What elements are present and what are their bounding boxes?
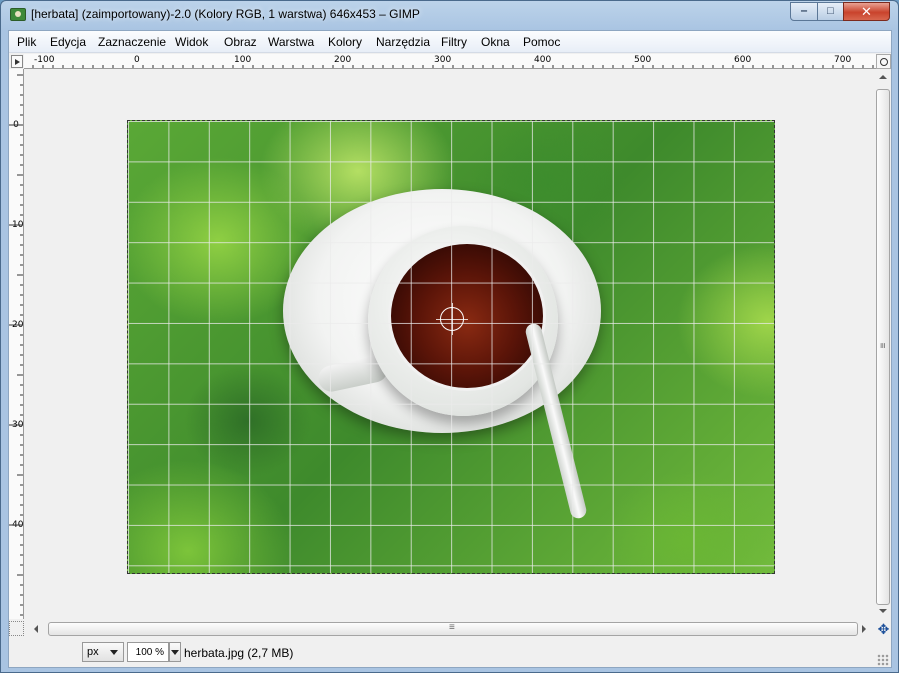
canvas-area[interactable]: [25, 70, 876, 619]
close-button[interactable]: ✕: [843, 2, 890, 21]
zoom-input[interactable]: 100 %: [127, 642, 169, 662]
vertical-scroll-thumb[interactable]: [876, 89, 890, 605]
horizontal-scrollbar[interactable]: [24, 621, 875, 637]
menu-zaznaczenie[interactable]: Zaznaczenie: [98, 35, 166, 49]
scroll-down-icon[interactable]: [879, 609, 887, 613]
window-title: [herbata] (zaimportowany)-2.0 (Kolory RG…: [31, 7, 420, 21]
image-canvas[interactable]: [127, 120, 775, 574]
scroll-left-icon[interactable]: [34, 625, 38, 633]
horizontal-scroll-thumb[interactable]: [48, 622, 858, 636]
maximize-button[interactable]: □: [817, 2, 844, 21]
gimp-window: [herbata] (zaimportowany)-2.0 (Kolory RG…: [0, 0, 899, 673]
hruler-ticks: [32, 65, 874, 68]
menu-bar: Plik Edycja Zaznaczenie Widok Obraz Wars…: [9, 31, 891, 53]
zoom-dropdown-button[interactable]: [169, 642, 181, 662]
image-window-client: Plik Edycja Zaznaczenie Widok Obraz Wars…: [8, 30, 892, 668]
navigate-icon[interactable]: ✥: [876, 621, 891, 637]
resize-grip-icon[interactable]: [877, 654, 889, 666]
image-grid-overlay: [128, 121, 774, 573]
menu-warstwa[interactable]: Warstwa: [268, 35, 314, 49]
menu-pomoc[interactable]: Pomoc: [523, 35, 560, 49]
menu-kolory[interactable]: Kolory: [328, 35, 362, 49]
brush-cursor-icon: [436, 303, 468, 335]
zoom-on-resize-button[interactable]: [876, 54, 891, 69]
vertical-scrollbar[interactable]: [875, 69, 891, 619]
ruler-menu-button[interactable]: [11, 55, 23, 68]
quick-mask-toggle[interactable]: [9, 621, 24, 636]
menu-plik[interactable]: Plik: [17, 35, 36, 49]
minimize-icon: ‒: [800, 5, 808, 17]
scroll-up-icon[interactable]: [879, 75, 887, 79]
unit-selector[interactable]: px: [82, 642, 124, 662]
zoom-value: 100 %: [135, 647, 164, 658]
menu-narzedzia[interactable]: Narzędzia: [376, 35, 430, 49]
vruler-ticks: [9, 74, 23, 616]
maximize-icon: □: [827, 5, 834, 17]
menu-edycja[interactable]: Edycja: [50, 35, 86, 49]
scroll-right-icon[interactable]: [862, 625, 866, 633]
horizontal-ruler[interactable]: -100 0 100 200 300 400 500 600 700: [24, 54, 876, 69]
menu-obraz[interactable]: Obraz: [224, 35, 257, 49]
file-info-label: herbata.jpg (2,7 MB): [184, 646, 294, 660]
vertical-ruler[interactable]: 0 100 200 300 400: [9, 69, 24, 619]
gimp-app-icon[interactable]: [10, 8, 26, 21]
title-bar[interactable]: [herbata] (zaimportowany)-2.0 (Kolory RG…: [1, 1, 898, 29]
menu-widok[interactable]: Widok: [175, 35, 208, 49]
status-bar: px 100 % herbata.jpg (2,7 MB): [9, 638, 891, 667]
menu-filtry[interactable]: Filtry: [441, 35, 467, 49]
close-icon: ✕: [861, 4, 872, 19]
menu-okna[interactable]: Okna: [481, 35, 510, 49]
minimize-button[interactable]: ‒: [790, 2, 818, 21]
unit-value: px: [87, 646, 99, 658]
